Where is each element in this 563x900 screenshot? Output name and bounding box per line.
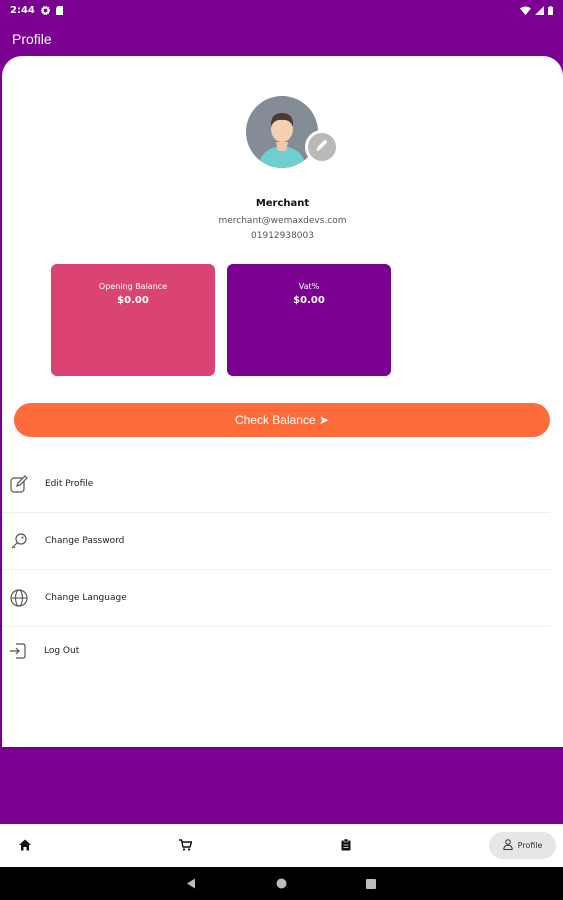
recents-icon	[366, 874, 376, 893]
cart-icon	[178, 836, 192, 855]
key-icon	[9, 531, 29, 551]
sim-card-icon	[55, 5, 63, 15]
avatar[interactable]	[246, 96, 318, 168]
nav-profile-label: Profile	[517, 841, 543, 850]
opening-balance-label: Opening Balance	[98, 282, 168, 291]
nav-cart[interactable]	[174, 824, 196, 867]
person-icon	[502, 839, 513, 852]
menu-label-change-language: Change Language	[45, 593, 127, 603]
clipboard-icon	[341, 836, 351, 855]
vat-value: $0.00	[293, 295, 325, 306]
menu-item-change-language[interactable]: Change Language	[2, 570, 550, 627]
back-icon	[186, 874, 196, 893]
system-back-button[interactable]	[176, 867, 206, 900]
logout-icon	[8, 641, 28, 661]
user-phone: 01912938003	[251, 231, 314, 241]
vat-card: Vat% $0.00	[227, 264, 391, 376]
status-time: 2:44	[10, 4, 35, 16]
menu-label-edit-profile: Edit Profile	[45, 479, 94, 489]
status-bar: 2:44	[0, 0, 563, 20]
user-email: merchant@wemaxdevs.com	[218, 216, 347, 226]
menu-item-change-password[interactable]: Change Password	[2, 513, 550, 570]
home-icon	[19, 836, 31, 855]
avatar-container	[246, 96, 342, 176]
opening-balance-card: Opening Balance $0.00	[51, 264, 215, 376]
menu-item-log-out[interactable]: Log Out	[2, 627, 550, 675]
battery-icon	[548, 5, 553, 15]
page-title: Profile	[12, 31, 52, 47]
menu-item-edit-profile[interactable]: Edit Profile	[2, 456, 550, 513]
vat-label: Vat%	[298, 282, 320, 291]
home-circle-icon	[276, 874, 287, 893]
app-bar: Profile	[0, 22, 563, 56]
system-nav-bar	[0, 867, 563, 900]
nav-profile[interactable]: Profile	[489, 832, 556, 859]
globe-icon	[9, 588, 29, 608]
opening-balance-value: $0.00	[117, 295, 149, 306]
signal-icon	[535, 5, 544, 15]
edit-icon	[9, 474, 29, 494]
pencil-icon	[314, 137, 330, 157]
bottom-nav: Profile	[0, 824, 563, 867]
nav-orders[interactable]	[335, 824, 357, 867]
system-recents-button[interactable]	[356, 867, 386, 900]
profile-card: Merchant merchant@wemaxdevs.com 01912938…	[2, 56, 563, 747]
user-name: Merchant	[255, 198, 310, 209]
menu-label-change-password: Change Password	[45, 536, 125, 546]
system-home-button[interactable]	[266, 867, 296, 900]
check-balance-button[interactable]: Check Balance ➤	[14, 403, 550, 437]
wifi-icon	[520, 6, 531, 15]
settings-icon	[40, 5, 50, 15]
nav-home[interactable]	[14, 824, 36, 867]
edit-avatar-button[interactable]	[305, 130, 339, 164]
menu-label-log-out: Log Out	[44, 646, 80, 656]
